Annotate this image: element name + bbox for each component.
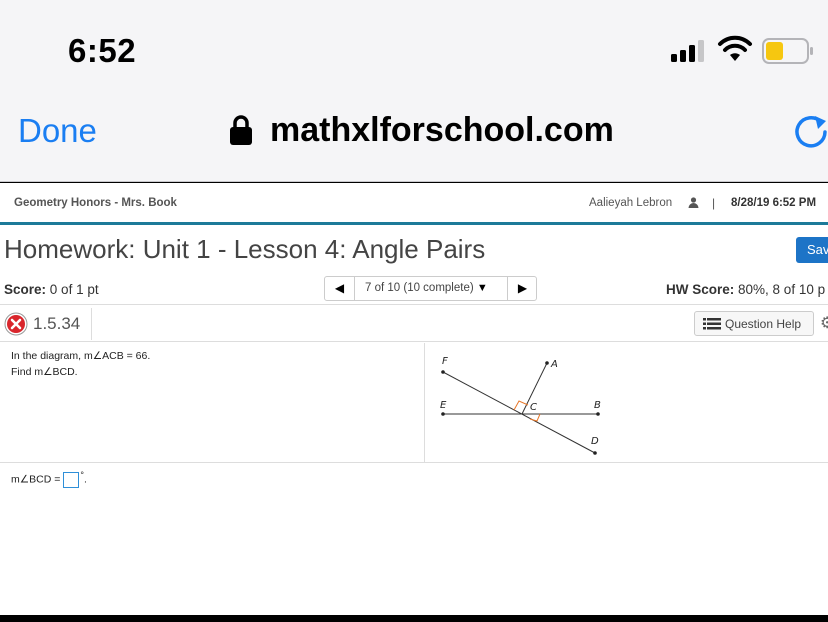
wifi-icon <box>718 35 752 61</box>
score: Score: 0 of 1 pt <box>4 282 99 297</box>
angle-diagram: F A E C B D <box>440 356 601 455</box>
score-label: Score: <box>4 282 47 297</box>
answer-input[interactable] <box>63 471 80 488</box>
question-divider <box>91 308 92 340</box>
incorrect-icon <box>4 312 28 336</box>
reload-icon[interactable] <box>793 112 828 152</box>
address-bar-url[interactable]: mathxlforschool.com <box>270 111 614 150</box>
question-help-button[interactable]: Question Help <box>694 311 814 336</box>
settings-gear-icon[interactable]: ⚙ <box>820 313 828 333</box>
header-separator: | <box>712 196 716 210</box>
next-question-button[interactable]: ▶ <box>507 277 537 300</box>
point-label-e: E <box>440 400 447 411</box>
course-name[interactable]: Geometry Honors - Mrs. Book <box>14 197 177 209</box>
hw-score: HW Score: 80%, 8 of 10 p <box>666 282 825 297</box>
browser-bar: Done mathxlforschool.com <box>0 92 828 182</box>
status-bar: 6:52 <box>0 0 828 92</box>
problem-text-line-2: Find m∠BCD. <box>11 366 78 378</box>
problem-divider <box>424 343 425 463</box>
question-number: 1.5.34 <box>33 314 81 333</box>
list-icon <box>703 318 721 330</box>
battery-icon <box>762 38 813 64</box>
pager-label: 7 of 10 (10 complete) <box>365 282 474 294</box>
question-row: 1.5.34 Question Help ⚙ <box>0 306 828 342</box>
save-button[interactable]: Sav <box>796 237 828 263</box>
homework-title: Homework: Unit 1 - Lesson 4: Angle Pairs <box>4 234 486 264</box>
problem-panel: In the diagram, m∠ACB = 66. Find m∠BCD. … <box>0 343 828 463</box>
previous-question-button[interactable]: ◀ <box>325 277 355 300</box>
score-row: Score: 0 of 1 pt ◀ 7 of 10 (10 complete)… <box>0 273 828 305</box>
answer-row: m∠BCD = °. <box>11 470 87 488</box>
user-name: Aalieyah Lebron <box>589 197 673 209</box>
web-page: Geometry Honors - Mrs. Book Aalieyah Leb… <box>0 183 828 615</box>
done-button[interactable]: Done <box>18 112 97 150</box>
problem-text-line-1: In the diagram, m∠ACB = 66. <box>11 350 151 362</box>
lock-icon <box>230 115 252 145</box>
question-pager: ◀ 7 of 10 (10 complete) ▼ ▶ <box>324 276 537 301</box>
diagram-points <box>441 361 600 455</box>
cellular-signal-icon <box>671 38 711 62</box>
user-icon <box>688 197 699 208</box>
score-value: 0 of 1 pt <box>49 282 99 297</box>
question-pager-dropdown[interactable]: 7 of 10 (10 complete) ▼ <box>365 282 488 294</box>
question-help-label: Question Help <box>725 317 802 331</box>
point-label-f: F <box>442 356 448 367</box>
point-label-c: C <box>530 402 537 413</box>
point-label-b: B <box>594 400 601 411</box>
point-label-d: D <box>591 436 599 447</box>
header-datetime: 8/28/19 6:52 PM <box>731 197 817 209</box>
hw-score-value: 80%, 8 of 10 p <box>738 282 826 297</box>
answer-prefix: m∠BCD = <box>11 473 61 486</box>
answer-period: . <box>84 473 87 486</box>
point-label-a: A <box>550 359 558 370</box>
course-bar: Geometry Honors - Mrs. Book Aalieyah Leb… <box>0 183 828 225</box>
caret-down-icon: ▼ <box>476 282 488 294</box>
status-time: 6:52 <box>68 32 137 69</box>
hw-score-label: HW Score: <box>666 282 735 297</box>
diagram-lines <box>442 362 598 454</box>
